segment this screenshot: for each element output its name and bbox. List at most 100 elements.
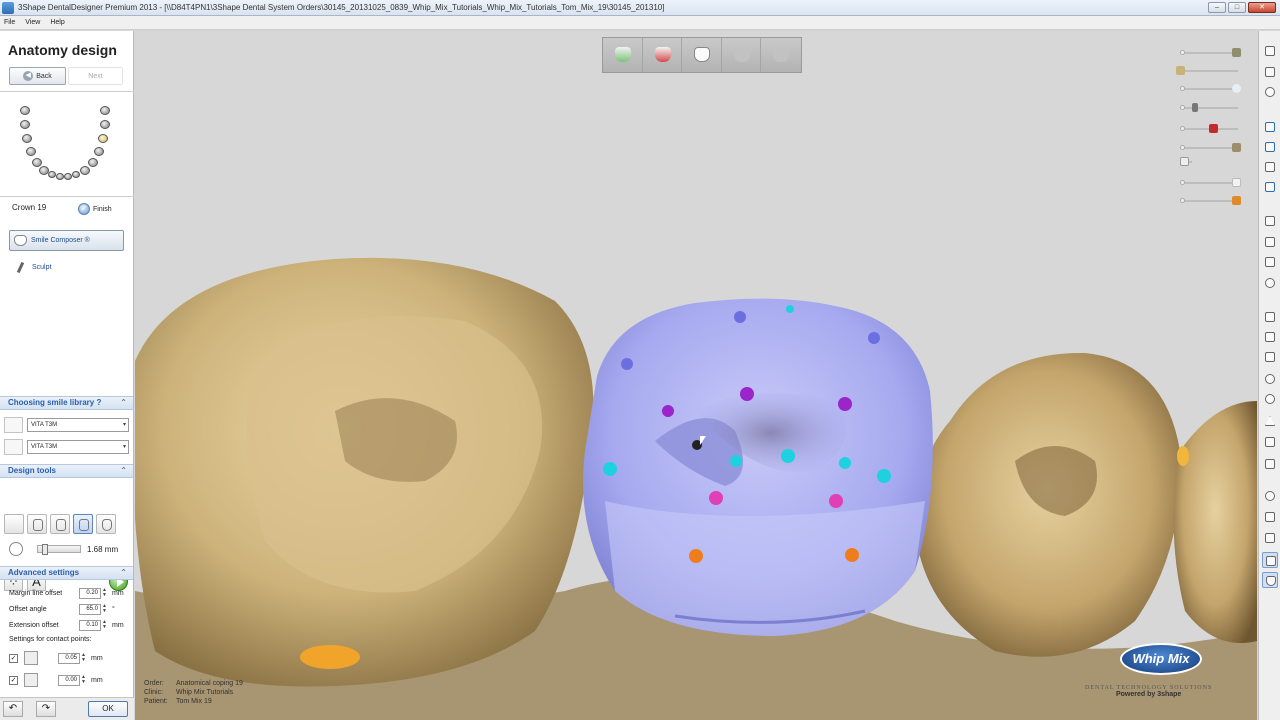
tooth-icon[interactable] — [100, 120, 110, 129]
save-button[interactable] — [1262, 179, 1278, 195]
offset-angle-input[interactable]: 65.0 — [79, 604, 101, 615]
tool-scale[interactable] — [73, 514, 93, 534]
control-point[interactable] — [838, 397, 852, 411]
cross-section-button[interactable] — [1262, 329, 1278, 345]
view-coping-button[interactable] — [643, 38, 683, 72]
morph-button[interactable] — [1262, 552, 1278, 568]
copy-button[interactable] — [1262, 119, 1278, 135]
library-checkbox[interactable] — [4, 417, 23, 433]
tooth-icon[interactable] — [94, 147, 104, 156]
slider-thumb[interactable] — [42, 544, 48, 555]
transparency-slider[interactable] — [1180, 196, 1241, 205]
tooth-icon[interactable] — [56, 173, 64, 180]
tooth-icon[interactable] — [20, 120, 30, 129]
radius-slider[interactable] — [37, 544, 81, 555]
control-point[interactable] — [845, 548, 859, 562]
measure-tool-button[interactable] — [1262, 234, 1278, 250]
collapse-icon[interactable]: ⌃ — [120, 397, 127, 409]
tooth-select-button[interactable] — [1262, 572, 1278, 588]
tooth-icon[interactable] — [80, 166, 90, 175]
ok-button[interactable]: OK — [88, 701, 128, 717]
transparency-slider[interactable] — [1180, 157, 1192, 166]
view-disabled-button-2[interactable] — [761, 38, 801, 72]
dental-arch-chart[interactable] — [18, 103, 118, 183]
control-point[interactable] — [662, 405, 674, 417]
collapse-icon[interactable]: ⌃ — [120, 567, 127, 579]
contact-checkbox-1[interactable]: ✓ — [9, 653, 18, 663]
tooth-icon[interactable] — [64, 173, 72, 180]
rotate-object-button[interactable] — [1262, 371, 1278, 387]
spin-arrows[interactable]: ▲ ▼ — [102, 604, 109, 615]
advanced-settings-header[interactable]: Advanced settings ⌃ — [0, 566, 133, 580]
rotate-view-button[interactable] — [1262, 84, 1278, 100]
smile-library-header[interactable]: Choosing smile library ? ⌃ — [0, 396, 133, 410]
control-point[interactable] — [621, 358, 633, 370]
fit-view-button[interactable] — [1262, 64, 1278, 80]
copy-button-2[interactable] — [1262, 139, 1278, 155]
tooth-icon[interactable] — [48, 171, 56, 178]
face-view-button[interactable] — [1262, 391, 1278, 407]
screenshot-button[interactable] — [1262, 434, 1278, 450]
section-view-button[interactable] — [1262, 349, 1278, 365]
tooth-icon[interactable] — [20, 106, 30, 115]
control-point[interactable] — [829, 494, 843, 508]
finish-button[interactable]: ✓ Finish — [78, 203, 112, 215]
down-arrow-button[interactable] — [1262, 488, 1278, 504]
transparency-slider[interactable] — [1176, 66, 1238, 75]
library-select-2[interactable]: VITA T3M — [27, 440, 129, 454]
tooth-icon[interactable] — [22, 134, 32, 143]
3d-viewport[interactable]: Order: Anatomical coping 19 Clinic: Whip M… — [135, 31, 1257, 720]
control-point[interactable] — [839, 457, 851, 469]
sculpt-button[interactable]: Sculpt — [15, 262, 51, 273]
library-checkbox[interactable] — [4, 439, 23, 455]
control-point[interactable] — [740, 387, 754, 401]
tooth-icon[interactable] — [88, 158, 98, 167]
tool-move[interactable] — [50, 514, 70, 534]
tool-tooth[interactable] — [96, 514, 116, 534]
menu-help[interactable]: Help — [50, 19, 64, 26]
menu-view[interactable]: View — [25, 19, 40, 26]
spin-arrows[interactable]: ▲ ▼ — [102, 588, 109, 599]
video-button[interactable] — [1262, 456, 1278, 472]
page-button[interactable] — [1262, 159, 1278, 175]
anchor-button[interactable] — [1262, 509, 1278, 525]
extension-offset-input[interactable]: 0.10 — [79, 620, 101, 631]
next-button[interactable]: Next — [68, 67, 123, 85]
control-point[interactable] — [603, 462, 617, 476]
warning-button[interactable] — [1262, 413, 1278, 429]
minus-button[interactable] — [1262, 530, 1278, 546]
dental-scene[interactable] — [135, 31, 1257, 720]
transparency-slider[interactable] — [1180, 84, 1241, 93]
spline-tool-button[interactable] — [1262, 213, 1278, 229]
transparency-slider[interactable] — [1180, 143, 1241, 152]
tool-rotate[interactable] — [27, 514, 47, 534]
tooth-premolar[interactable] — [1173, 401, 1257, 643]
clip-tool-button[interactable] — [1262, 309, 1278, 325]
view-tooth-button[interactable] — [682, 38, 722, 72]
control-point[interactable] — [709, 491, 723, 505]
smile-composer-button[interactable]: Smile Composer ® — [9, 230, 124, 251]
control-point[interactable] — [730, 455, 742, 467]
maximize-button[interactable]: □ — [1228, 2, 1246, 13]
spin-arrows[interactable]: ▲ ▼ — [81, 652, 88, 664]
control-point[interactable] — [734, 311, 746, 323]
wax-knife-button[interactable] — [1262, 254, 1278, 270]
back-button[interactable]: ◀ Back — [9, 67, 66, 85]
tooth-icon[interactable] — [100, 106, 110, 115]
tool-blank[interactable] — [4, 514, 24, 534]
menu-file[interactable]: File — [4, 19, 15, 26]
view-disabled-button[interactable] — [722, 38, 762, 72]
undo-button[interactable]: ↶ — [3, 701, 23, 717]
help-icon[interactable]: ? — [96, 398, 101, 407]
design-tools-header[interactable]: Design tools ⌃ — [0, 464, 133, 478]
contact-value-1[interactable]: 0.05 — [58, 652, 80, 664]
redo-button[interactable]: ↷ — [36, 701, 56, 717]
library-select-1[interactable]: VITA T3M — [27, 418, 129, 432]
close-button[interactable]: ✕ — [1248, 2, 1276, 13]
control-point[interactable] — [877, 469, 891, 483]
view-model-button[interactable] — [603, 38, 643, 72]
contact-value-2[interactable]: 0.00 — [58, 674, 80, 686]
spin-arrows[interactable]: ▲ ▼ — [81, 674, 88, 686]
control-point[interactable] — [786, 305, 794, 313]
collapse-icon[interactable]: ⌃ — [120, 465, 127, 477]
